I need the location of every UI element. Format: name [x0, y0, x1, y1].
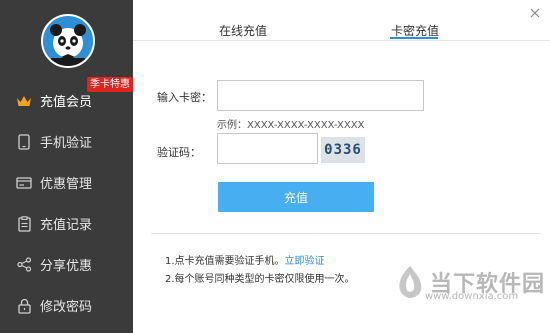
sidebar-item-change-password[interactable]: 修改密码 [0, 285, 133, 326]
recharge-button[interactable]: 充值 [218, 182, 374, 212]
captcha-input[interactable] [217, 133, 318, 164]
captcha-label: 验证码： [157, 146, 201, 159]
clipboard-icon [16, 215, 32, 232]
card-icon [16, 175, 32, 191]
tab-online-recharge[interactable]: 在线充值 [219, 22, 267, 39]
note-text-1: 1.点卡充值需要验证手机。 [165, 256, 285, 267]
tab-bar: 在线充值 卡密充值 [133, 0, 550, 41]
divider [151, 233, 541, 234]
main-panel: 在线充值 卡密充值 输入卡密： 示例：XXXX-XXXX-XXXX-XXXX 验… [133, 0, 550, 333]
phone-icon [16, 133, 32, 150]
sidebar-item-recharge-records[interactable]: 充值记录 [0, 203, 133, 244]
sidebar: 充值会员 季卡特惠 手机验证 优惠管理 充值记录 分享优惠 修改密码 [0, 0, 133, 333]
note-line-1: 1.点卡充值需要验证手机。立即验证 [165, 252, 325, 267]
card-format-example: 示例：XXXX-XXXX-XXXX-XXXX [217, 120, 365, 131]
watermark-logo-icon [399, 266, 422, 298]
card-number-input[interactable] [217, 80, 424, 111]
sidebar-item-label: 手机验证 [40, 136, 93, 151]
sidebar-item-vip-recharge[interactable]: 充值会员 季卡特惠 [0, 77, 133, 121]
sidebar-item-label: 修改密码 [40, 300, 93, 315]
sidebar-nav: 充值会员 季卡特惠 手机验证 优惠管理 充值记录 分享优惠 修改密码 [0, 77, 133, 326]
note-line-2: 2.每个账号同种类型的卡密仅限使用一次。 [165, 274, 355, 285]
watermark-url: www.downxia.com [425, 291, 519, 302]
watermark: 当下软件园 www.downxia.com [395, 265, 545, 302]
verify-now-link[interactable]: 立即验证 [285, 256, 325, 267]
sidebar-item-label: 优惠管理 [40, 177, 93, 192]
card-number-label: 输入卡密： [157, 91, 212, 104]
captcha-image[interactable]: 0336 [321, 137, 365, 163]
sidebar-item-discount-manage[interactable]: 优惠管理 [0, 162, 133, 203]
panda-avatar [41, 14, 95, 68]
sidebar-item-label: 分享优惠 [40, 259, 93, 274]
sidebar-item-phone-verify[interactable]: 手机验证 [0, 121, 133, 162]
promo-badge: 季卡特惠 [87, 77, 133, 92]
share-icon [16, 257, 32, 273]
lock-icon [16, 298, 32, 314]
sidebar-item-share-discount[interactable]: 分享优惠 [0, 244, 133, 285]
active-tab-indicator [390, 37, 438, 39]
sidebar-item-label: 充值记录 [40, 218, 93, 233]
sidebar-item-label: 充值会员 [40, 95, 93, 110]
crown-icon [16, 93, 32, 109]
